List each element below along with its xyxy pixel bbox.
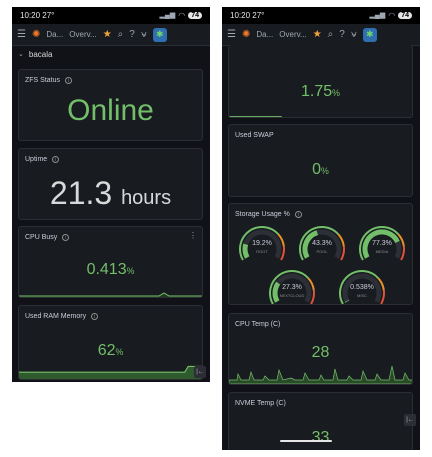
chevron-down-icon: ⌄ bbox=[18, 50, 24, 58]
search-icon[interactable]: ⌕ bbox=[118, 29, 124, 40]
cpu-temp-value: 28 bbox=[311, 344, 330, 361]
gauge-label: ROOT bbox=[256, 249, 268, 254]
gauge-value: 0.538% bbox=[350, 284, 374, 291]
gauge-root: 19.2% ROOT bbox=[237, 224, 287, 264]
panel-title: NVME Temp (C) bbox=[235, 400, 286, 407]
home-indicator[interactable] bbox=[280, 440, 332, 442]
usage-sparkline bbox=[229, 116, 282, 117]
storage-usage-panel[interactable]: Storage Usage % i 19.2% ROOT 43.3% POOL 77.3%… bbox=[228, 203, 413, 305]
gauge-nextcloud: 27.3% NEXTCLOUD bbox=[267, 268, 317, 304]
avatar[interactable]: ✱ bbox=[362, 27, 377, 42]
gauge-misc: 0.538% MISC bbox=[337, 268, 387, 304]
cpu-temp-panel[interactable]: CPU Temp (C) 28 bbox=[228, 313, 413, 385]
battery-icon: 74 bbox=[188, 12, 202, 19]
panel-menu-icon[interactable]: ⋮ bbox=[189, 232, 197, 240]
grafana-logo-icon[interactable]: ✺ bbox=[32, 29, 40, 40]
gauge-value: 77.3% bbox=[372, 240, 392, 247]
help-icon[interactable]: ? bbox=[339, 29, 345, 40]
collapse-icon[interactable]: |← bbox=[404, 414, 416, 426]
gauge-label: NEXTCLOUD bbox=[279, 293, 305, 298]
gauge-value: 27.3% bbox=[282, 284, 302, 291]
panel-title: Uptime bbox=[25, 156, 48, 163]
gauge-value: 43.3% bbox=[312, 240, 332, 247]
used-ram-value: 62% bbox=[97, 342, 124, 359]
status-time: 10:20 27° bbox=[230, 11, 265, 20]
usage-value: 1.75% bbox=[301, 83, 340, 100]
zfs-status-panel[interactable]: ZFS Status i Online bbox=[18, 69, 203, 141]
status-bar: 10:20 27° ▂▄▆ ◠ 74 bbox=[12, 7, 210, 24]
collapse-icon[interactable]: |← bbox=[194, 366, 206, 378]
used-ram-sparkline bbox=[19, 365, 202, 379]
breadcrumb-overview[interactable]: Overv... bbox=[69, 30, 96, 39]
cpu-temp-sparkline bbox=[229, 365, 412, 384]
signal-icon: ▂▄▆ bbox=[159, 12, 176, 19]
help-icon[interactable]: ? bbox=[129, 29, 135, 40]
top-nav-bar: ☰ ✺ Da... Overv... ★ ⌕ ? ⍱ ✱ bbox=[222, 24, 420, 46]
status-time: 10:20 27° bbox=[20, 11, 55, 20]
status-bar: 10:20 27° ▂▄▆ ◠ 74 bbox=[222, 7, 420, 24]
wifi-icon: ◠ bbox=[388, 10, 396, 20]
zfs-status-value: Online bbox=[67, 94, 154, 127]
right-phone-screen: 10:20 27° ▂▄▆ ◠ 74 ☰ ✺ Da... Overv... ★ … bbox=[222, 7, 420, 450]
panel-title: Used SWAP bbox=[235, 132, 274, 139]
info-icon[interactable]: i bbox=[91, 313, 99, 320]
grafana-logo-icon[interactable]: ✺ bbox=[242, 29, 250, 40]
gauge-value: 19.2% bbox=[252, 240, 272, 247]
panel-title: CPU Temp (C) bbox=[235, 321, 281, 328]
panel-title: CPU Busy bbox=[25, 234, 58, 241]
search-icon[interactable]: ⌕ bbox=[328, 29, 334, 40]
battery-icon: 74 bbox=[398, 12, 412, 19]
panel-title: Storage Usage % bbox=[235, 211, 290, 218]
panel-title: Used RAM Memory bbox=[25, 313, 87, 320]
gauge-media: 77.3% MEDIA bbox=[357, 224, 407, 264]
gauge-label: MISC bbox=[357, 293, 367, 298]
uptime-value: 21.3 hours bbox=[49, 175, 172, 211]
panel-title: ZFS Status bbox=[25, 77, 61, 84]
info-icon[interactable]: i bbox=[65, 77, 73, 84]
signal-icon: ▂▄▆ bbox=[369, 12, 386, 19]
wifi-icon: ◠ bbox=[178, 10, 186, 20]
info-icon[interactable]: i bbox=[294, 211, 302, 218]
nvme-temp-value: 33 bbox=[311, 429, 330, 446]
status-icons: ▂▄▆ ◠ 74 bbox=[369, 10, 412, 20]
cpu-busy-sparkline bbox=[19, 292, 202, 297]
gauge-pool: 43.3% POOL bbox=[297, 224, 347, 264]
gauge-label: POOL bbox=[316, 249, 328, 254]
menu-icon[interactable]: ☰ bbox=[227, 29, 236, 40]
status-icons: ▂▄▆ ◠ 74 bbox=[159, 10, 202, 20]
info-icon[interactable]: i bbox=[52, 156, 60, 163]
used-swap-value: 0% bbox=[312, 161, 329, 178]
row-header-bacala[interactable]: ⌄ bacala bbox=[12, 46, 210, 62]
news-icon[interactable]: ⍱ bbox=[141, 29, 147, 40]
row-title: bacala bbox=[28, 49, 53, 59]
used-swap-panel[interactable]: Used SWAP 0% bbox=[228, 124, 413, 197]
left-phone-screen: 10:20 27° ▂▄▆ ◠ 74 ☰ ✺ Da... Overv... ★ … bbox=[12, 7, 210, 382]
news-icon[interactable]: ⍱ bbox=[351, 29, 357, 40]
uptime-panel[interactable]: Uptime i 21.3 hours bbox=[18, 148, 203, 220]
breadcrumb-dashboards[interactable]: Da... bbox=[46, 30, 63, 39]
star-icon[interactable]: ★ bbox=[103, 29, 112, 40]
gauge-label: MEDIA bbox=[375, 249, 389, 254]
avatar[interactable]: ✱ bbox=[152, 27, 167, 42]
star-icon[interactable]: ★ bbox=[313, 29, 322, 40]
used-ram-panel[interactable]: Used RAM Memory i 62% bbox=[18, 305, 203, 380]
top-nav-bar: ☰ ✺ Da... Overv... ★ ⌕ ? ⍱ ✱ bbox=[12, 24, 210, 46]
cpu-busy-value: 0.413% bbox=[86, 261, 135, 278]
usage-panel-partial[interactable]: 1.75% bbox=[228, 45, 413, 118]
breadcrumb-overview[interactable]: Overv... bbox=[279, 30, 306, 39]
menu-icon[interactable]: ☰ bbox=[17, 29, 26, 40]
breadcrumb-dashboards[interactable]: Da... bbox=[256, 30, 273, 39]
info-icon[interactable]: i bbox=[62, 234, 70, 241]
cpu-busy-panel[interactable]: CPU Busy i ⋮ 0.413% bbox=[18, 226, 203, 298]
